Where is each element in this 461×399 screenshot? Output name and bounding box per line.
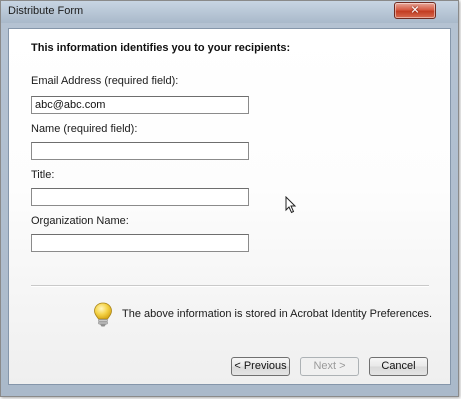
cancel-button[interactable]: Cancel (369, 357, 428, 376)
close-icon: ✕ (410, 3, 420, 16)
organization-label: Organization Name: (31, 215, 129, 227)
title-bar[interactable]: Distribute Form ✕ (1, 1, 458, 23)
dialog-window: Distribute Form ✕ This information ident… (0, 0, 459, 397)
separator (31, 285, 429, 287)
title-field[interactable] (31, 188, 249, 206)
lightbulb-icon (94, 302, 112, 327)
title-label: Title: (31, 169, 55, 181)
name-field[interactable] (31, 142, 249, 160)
email-label: Email Address (required field): (31, 75, 179, 87)
organization-field[interactable] (31, 234, 249, 252)
info-message: The above information is stored in Acrob… (122, 308, 432, 320)
window-title: Distribute Form (8, 5, 84, 17)
name-label: Name (required field): (31, 123, 138, 135)
form-heading: This information identifies you to your … (31, 42, 291, 54)
next-button[interactable]: Next > (300, 357, 359, 376)
mouse-pointer-icon (285, 196, 297, 214)
close-button[interactable]: ✕ (394, 2, 436, 19)
email-field[interactable] (31, 96, 249, 114)
dialog-content: This information identifies you to your … (8, 28, 451, 385)
previous-button[interactable]: < Previous (231, 357, 290, 376)
